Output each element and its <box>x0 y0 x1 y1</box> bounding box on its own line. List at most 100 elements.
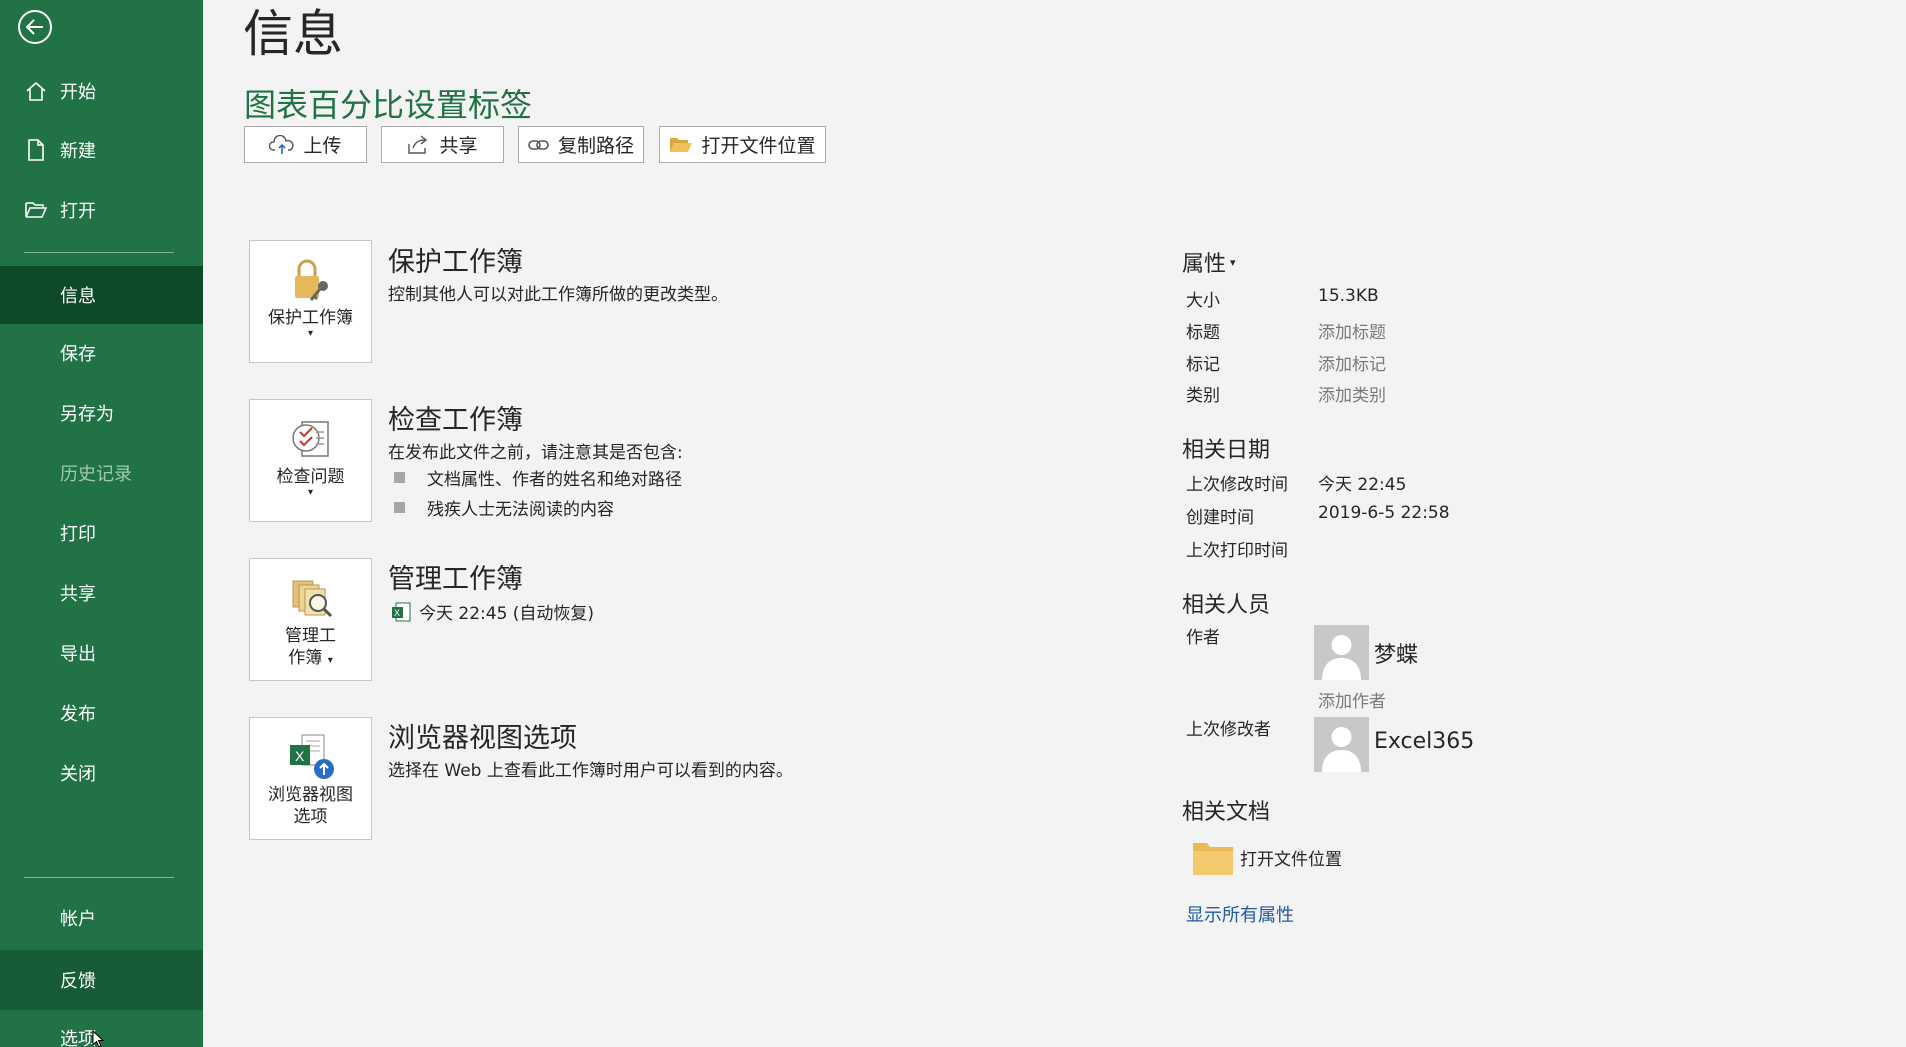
last-modified-by-label: 上次修改者 <box>1186 720 1271 740</box>
tags-field[interactable]: 添加标记 <box>1318 350 1386 375</box>
new-document-icon <box>22 136 50 164</box>
tags-label: 标记 <box>1186 355 1220 375</box>
dropdown-caret-icon: ▾ <box>1230 255 1236 269</box>
nav-new-label: 新建 <box>60 141 96 162</box>
nav-options-label: 选项 <box>60 1029 96 1047</box>
nav-export-label: 导出 <box>60 644 96 665</box>
category-label: 类别 <box>1186 386 1220 406</box>
back-arrow-icon <box>26 19 43 35</box>
document-title: 图表百分比设置标签 <box>244 86 533 124</box>
nav-save-as-label: 另存为 <box>60 404 114 425</box>
page-title: 信息 <box>243 5 343 63</box>
nav-feedback[interactable]: 反馈 <box>0 950 203 1010</box>
nav-info[interactable]: 信息 <box>0 266 203 324</box>
copy-path-label: 复制路径 <box>557 135 634 157</box>
bullet-square-icon <box>394 472 405 483</box>
browser-view-options-tile[interactable]: X 浏览器视图 选项 <box>249 717 372 840</box>
autorecover-version-label: 今天 22:45 (自动恢复) <box>419 604 595 624</box>
nav-close[interactable]: 关闭 <box>0 745 203 801</box>
author-avatar[interactable] <box>1314 625 1369 680</box>
related-documents-heading: 相关文档 <box>1182 800 1271 825</box>
inspect-bullet: 文档属性、作者的姓名和绝对路径 <box>394 465 682 490</box>
copy-path-button[interactable]: 复制路径 <box>518 126 644 163</box>
upload-button[interactable]: 上传 <box>244 126 367 163</box>
browser-view-description: 选择在 Web 上查看此工作簿时用户可以看到的内容。 <box>388 761 793 781</box>
manage-tile-label-1: 管理工 <box>285 626 336 646</box>
browser-tile-label-2: 选项 <box>293 807 328 827</box>
sidebar-divider <box>24 252 174 253</box>
title-field[interactable]: 添加标题 <box>1318 318 1386 343</box>
share-label: 共享 <box>439 135 478 157</box>
nav-share[interactable]: 共享 <box>0 565 203 621</box>
show-all-properties-link[interactable]: 显示所有属性 <box>1186 901 1294 927</box>
nav-close-label: 关闭 <box>60 764 96 785</box>
nav-print[interactable]: 打印 <box>0 505 203 561</box>
author-label: 作者 <box>1186 628 1220 648</box>
modifier-name[interactable]: Excel365 <box>1374 729 1474 754</box>
open-file-location-button[interactable]: 打开文件位置 <box>659 126 826 163</box>
check-issues-tile[interactable]: 检查问题 ▾ <box>249 399 372 522</box>
size-label: 大小 <box>1186 291 1220 311</box>
modified-time-value: 今天 22:45 <box>1318 475 1407 495</box>
properties-dropdown[interactable]: 属性 ▾ <box>1182 246 1236 278</box>
category-field[interactable]: 添加类别 <box>1318 381 1386 406</box>
sidebar-divider-bottom <box>24 877 174 878</box>
browser-view-heading: 浏览器视图选项 <box>388 723 577 754</box>
manage-workbook-tile[interactable]: 管理工 作簿 ▾ <box>249 558 372 681</box>
excel-browser-icon: X <box>284 732 338 782</box>
autorecover-version-item[interactable]: X 今天 22:45 (自动恢复) <box>391 599 594 624</box>
nav-print-label: 打印 <box>60 524 96 545</box>
nav-new[interactable]: 新建 <box>0 122 203 178</box>
person-icon <box>1322 727 1361 772</box>
size-value: 15.3KB <box>1318 286 1379 306</box>
svg-text:X: X <box>394 608 400 618</box>
manage-heading: 管理工作簿 <box>388 564 523 595</box>
nav-publish[interactable]: 发布 <box>0 685 203 741</box>
open-file-location-link[interactable]: 打开文件位置 <box>1192 838 1342 876</box>
protect-tile-label: 保护工作簿 <box>268 308 353 328</box>
back-button[interactable] <box>18 10 52 44</box>
inspect-bullet-text: 残疾人士无法阅读的内容 <box>427 500 614 520</box>
nav-export[interactable]: 导出 <box>0 625 203 681</box>
nav-open[interactable]: 打开 <box>0 182 203 238</box>
author-name[interactable]: 梦蝶 <box>1374 637 1418 669</box>
dropdown-caret-icon: ▾ <box>307 487 314 498</box>
add-author-field[interactable]: 添加作者 <box>1318 687 1386 712</box>
related-dates-heading: 相关日期 <box>1182 438 1271 463</box>
nav-save-label: 保存 <box>60 344 96 365</box>
modifier-avatar[interactable] <box>1314 717 1369 772</box>
inspect-description: 在发布此文件之前，请注意其是否包含: <box>388 443 683 463</box>
inspect-bullet: 残疾人士无法阅读的内容 <box>394 495 614 520</box>
manage-tile-label-2-text: 作簿 <box>288 648 323 668</box>
protect-workbook-tile[interactable]: 保护工作簿 ▾ <box>249 240 372 363</box>
nav-account-label: 帐户 <box>60 909 96 930</box>
cloud-upload-icon <box>269 134 295 154</box>
dropdown-caret-icon: ▾ <box>327 655 333 666</box>
browser-tile-label-1: 浏览器视图 <box>268 785 353 805</box>
nav-account[interactable]: 帐户 <box>0 890 203 946</box>
related-people-heading: 相关人员 <box>1182 593 1271 618</box>
excel-file-icon: X <box>392 602 411 621</box>
check-issues-label: 检查问题 <box>276 467 345 487</box>
inspect-heading: 检查工作簿 <box>388 405 523 436</box>
bullet-square-icon <box>394 502 405 513</box>
nav-open-label: 打开 <box>60 201 96 222</box>
nav-share-label: 共享 <box>60 584 96 605</box>
person-icon <box>1322 635 1361 680</box>
nav-home[interactable]: 开始 <box>0 63 203 119</box>
share-button[interactable]: 共享 <box>381 126 504 163</box>
open-folder-icon <box>22 196 50 224</box>
nav-save-as[interactable]: 另存为 <box>0 385 203 441</box>
modified-time-label: 上次修改时间 <box>1186 475 1288 495</box>
title-label: 标题 <box>1186 323 1220 343</box>
mouse-cursor-icon <box>92 1030 105 1047</box>
inspect-bullet-text: 文档属性、作者的姓名和绝对路径 <box>427 470 682 490</box>
nav-save[interactable]: 保存 <box>0 325 203 381</box>
printed-time-label: 上次打印时间 <box>1186 541 1288 561</box>
nav-publish-label: 发布 <box>60 704 96 725</box>
created-time-label: 创建时间 <box>1186 508 1254 528</box>
nav-info-label: 信息 <box>60 286 96 307</box>
folder-open-icon <box>670 137 693 152</box>
share-icon <box>408 134 428 154</box>
lock-key-icon <box>284 255 338 305</box>
